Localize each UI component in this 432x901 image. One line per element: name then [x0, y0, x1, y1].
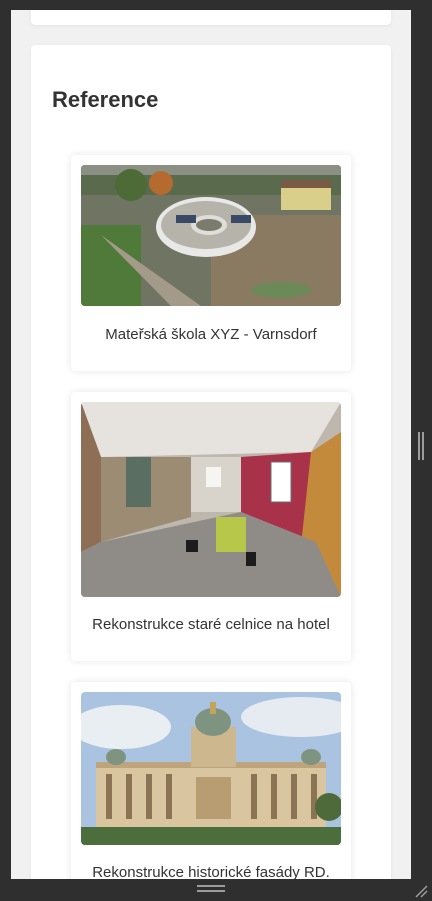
reference-caption[interactable]: Rekonstrukce staré celnice na hotel [71, 616, 351, 633]
reference-item[interactable]: Rekonstrukce historické fasády RD. [71, 682, 351, 879]
window-frame-left [0, 0, 11, 901]
reference-photo-facade[interactable] [81, 692, 341, 845]
section-title: Reference [52, 87, 159, 112]
reference-caption[interactable]: Mateřská škola XYZ - Varnsdorf [71, 326, 351, 343]
reference-photo-interior[interactable] [81, 402, 341, 597]
vertical-splitter-handle[interactable] [418, 432, 424, 460]
previous-card [31, 10, 391, 25]
reference-photo-kindergarten[interactable] [81, 165, 341, 306]
reference-item[interactable]: Mateřská škola XYZ - Varnsdorf [71, 155, 351, 371]
references-card: Reference Mateřská škola XYZ - Varnsdorf… [31, 45, 391, 879]
resize-grip-icon[interactable] [414, 884, 428, 898]
horizontal-splitter-handle[interactable] [197, 885, 225, 893]
reference-item[interactable]: Rekonstrukce staré celnice na hotel [71, 392, 351, 661]
page-viewport[interactable]: Reference Mateřská škola XYZ - Varnsdorf… [11, 10, 411, 879]
reference-caption[interactable]: Rekonstrukce historické fasády RD. [71, 864, 351, 879]
window-frame-top [0, 0, 432, 10]
